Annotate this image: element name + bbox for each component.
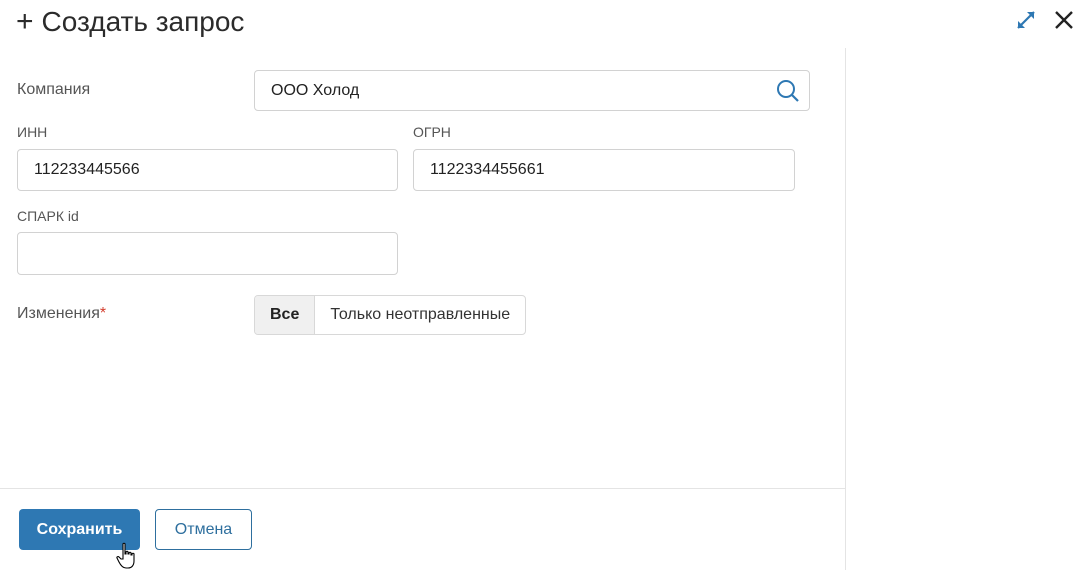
spark-id-field[interactable]: [17, 232, 398, 275]
company-field[interactable]: ООО Холод: [254, 70, 810, 111]
ogrn-label: ОГРН: [413, 124, 451, 140]
vertical-divider: [845, 48, 846, 570]
changes-label-text: Изменения: [17, 305, 100, 322]
inn-label: ИНН: [17, 124, 48, 140]
plus-icon: +: [16, 5, 34, 38]
dialog-title-text: Создать запрос: [41, 6, 245, 37]
ogrn-value: 1122334455661: [430, 161, 545, 178]
ogrn-field[interactable]: 1122334455661: [413, 149, 795, 191]
close-icon[interactable]: [1052, 8, 1076, 32]
hand-cursor-icon: [116, 542, 135, 569]
footer-divider: [0, 488, 845, 489]
expand-icon[interactable]: [1014, 8, 1038, 32]
changes-label: Изменения*: [17, 305, 106, 323]
spark-label: СПАРК id: [17, 208, 79, 224]
company-value: ООО Холод: [271, 81, 360, 99]
changes-segmented-control: Все Только неотправленные: [254, 295, 527, 335]
dialog-title: + Создать запрос: [16, 2, 244, 42]
segment-unsent-only[interactable]: Только неотправленные: [315, 296, 525, 334]
search-icon[interactable]: [775, 78, 801, 104]
segment-all[interactable]: Все: [255, 296, 316, 334]
inn-field[interactable]: 112233445566: [17, 149, 398, 191]
required-mark: *: [99, 305, 107, 322]
cancel-button[interactable]: Отмена: [155, 509, 252, 550]
company-label: Компания: [17, 81, 91, 98]
inn-value: 112233445566: [34, 161, 140, 178]
